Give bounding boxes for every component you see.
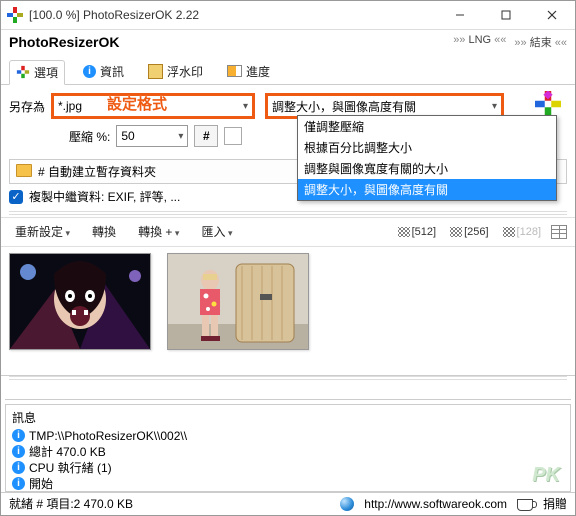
language-menu[interactable]: LNG <box>453 34 506 50</box>
message-line: i開始 <box>12 476 564 492</box>
messages-title: 訊息 <box>12 409 564 426</box>
status-text: 就緒 # 項目:2 470.0 KB <box>9 495 133 512</box>
copy-metadata-checkbox[interactable]: ✓ <box>9 190 23 204</box>
info-icon: i <box>83 65 96 78</box>
resize-mode-dropdown[interactable]: 僅調整壓縮 根據百分比調整大小 調整與圖像寬度有關的大小 調整大小，與圖像高度有… <box>297 115 557 201</box>
info-icon: i <box>12 445 25 458</box>
tab-info-label: 資訊 <box>100 63 124 80</box>
chevron-down-icon: ▾ <box>243 101 248 112</box>
convert-button[interactable]: 轉換 <box>86 221 122 242</box>
window-title: [100.0 %] PhotoResizerOK 2.22 <box>29 8 199 22</box>
watermark-icon <box>148 64 163 79</box>
import-button[interactable]: 匯入 <box>195 221 238 242</box>
tab-progress[interactable]: 進度 <box>221 60 276 83</box>
size-256-button[interactable]: [256] <box>446 225 492 239</box>
message-line: iTMP:\\PhotoResizerOK\\002\\ <box>12 428 564 444</box>
tab-watermark[interactable]: 浮水印 <box>142 60 209 83</box>
tab-bar: 選項 i 資訊 浮水印 進度 <box>1 54 575 85</box>
format-select[interactable]: *.jpg ▾ <box>51 93 255 119</box>
mode-option-2[interactable]: 調整與圖像寬度有關的大小 <box>298 158 556 179</box>
format-value: *.jpg <box>58 99 82 113</box>
thumbnail-2[interactable] <box>167 253 309 350</box>
middle-pane <box>5 382 571 400</box>
message-line: iCPU 執行緒 (1) <box>12 460 564 476</box>
mode-option-3[interactable]: 調整大小，與圖像高度有關 <box>298 179 556 200</box>
tab-info[interactable]: i 資訊 <box>77 60 130 83</box>
resize-mode-value: 調整大小，與圖像高度有關 <box>272 98 416 115</box>
tab-options-label: 選項 <box>34 64 58 81</box>
thumbnail-pane[interactable] <box>1 247 575 376</box>
mode-option-1[interactable]: 根據百分比調整大小 <box>298 137 556 158</box>
maximize-button[interactable] <box>483 1 529 29</box>
folder-icon <box>16 164 32 177</box>
minimize-button[interactable] <box>437 1 483 29</box>
dots-icon <box>398 227 410 237</box>
compress-value: 50 <box>121 129 134 143</box>
tab-progress-label: 進度 <box>246 63 270 80</box>
messages-pane: 訊息 iTMP:\\PhotoResizerOK\\002\\ i總計 470.… <box>5 404 571 492</box>
copy-metadata-label: 複製中繼資料: EXIF, 評等, ... <box>29 188 180 205</box>
status-bar: 就緒 # 項目:2 470.0 KB http://www.softwareok… <box>1 492 575 515</box>
action-bar: 重新設定 轉換 轉換 + 匯入 [512] [256] [128] <box>1 217 575 247</box>
bg-color-swatch[interactable] <box>224 127 242 145</box>
dots-icon <box>503 227 515 237</box>
close-button[interactable] <box>529 1 575 29</box>
header-bar: PhotoResizerOK LNG 結束 <box>1 30 575 54</box>
info-icon: i <box>12 477 25 490</box>
temp-folder-text: # 自動建立暫存資料夾 <box>38 163 156 180</box>
chevron-down-icon: ▾ <box>492 101 497 112</box>
coffee-icon <box>517 499 533 511</box>
globe-icon <box>340 497 354 511</box>
titlebar: [100.0 %] PhotoResizerOK 2.22 <box>1 1 575 30</box>
info-icon: i <box>12 461 25 474</box>
saveas-label: 另存為 <box>9 98 45 115</box>
grid-view-button[interactable] <box>551 225 567 239</box>
size-512-button[interactable]: [512] <box>394 225 440 239</box>
message-line: i總計 470.0 KB <box>12 444 564 460</box>
progress-icon <box>227 65 242 77</box>
window-buttons <box>437 1 575 29</box>
convert-plus-button[interactable]: 轉換 + <box>132 221 185 242</box>
reset-button[interactable]: 重新設定 <box>9 221 76 242</box>
app-window: [100.0 %] PhotoResizerOK 2.22 PhotoResiz… <box>0 0 576 516</box>
exit-menu[interactable]: 結束 <box>514 34 567 50</box>
app-icon <box>7 7 23 23</box>
compress-label: 壓縮 %: <box>69 128 110 145</box>
donate-link[interactable]: 捐贈 <box>543 495 567 512</box>
status-url[interactable]: http://www.softwareok.com <box>364 497 507 511</box>
thumbnail-1[interactable] <box>9 253 151 350</box>
compress-select[interactable]: 50 ▾ <box>116 125 188 147</box>
dots-icon <box>450 227 462 237</box>
size-128-button[interactable]: [128] <box>499 225 545 239</box>
options-icon <box>16 65 30 79</box>
color-rosette-icon[interactable] <box>535 91 561 117</box>
app-title: PhotoResizerOK <box>9 34 119 50</box>
tab-watermark-label: 浮水印 <box>167 63 203 80</box>
tab-options[interactable]: 選項 <box>9 60 65 85</box>
hash-button[interactable]: # <box>194 125 218 147</box>
chevron-down-icon: ▾ <box>178 131 183 142</box>
mode-option-0[interactable]: 僅調整壓縮 <box>298 116 556 137</box>
info-icon: i <box>12 429 25 442</box>
